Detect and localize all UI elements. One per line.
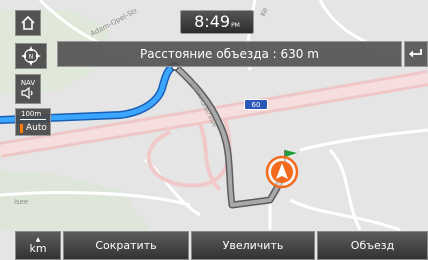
- detour-label: Объезд: [350, 239, 395, 252]
- clock: 8:49 PM: [180, 10, 254, 34]
- clock-time: 8:49: [194, 12, 231, 31]
- compass-north-icon: N: [21, 46, 41, 66]
- nav-volume-button[interactable]: NAV: [15, 74, 41, 104]
- return-arrow-icon: [409, 49, 422, 58]
- unit-label: km: [29, 241, 47, 255]
- bottom-toolbar: ▲ km Сократить Увеличить Объезд: [0, 231, 428, 260]
- scale-bar: [20, 119, 46, 120]
- speaker-icon: [21, 87, 33, 99]
- detour-distance-banner: Расстояние объезда : 630 m: [57, 41, 402, 67]
- zoom-in-label: Увеличить: [222, 239, 284, 252]
- distance-unit-button[interactable]: ▲ km: [15, 231, 61, 260]
- detour-distance-text: Расстояние объезда : 630 m: [140, 47, 319, 61]
- scale-distance: 100m: [21, 110, 42, 118]
- vehicle-arrow-icon: [265, 155, 299, 189]
- zoom-out-label: Сократить: [95, 239, 157, 252]
- auto-scale-label: Auto: [18, 123, 47, 134]
- zoom-in-button[interactable]: Увеличить: [191, 231, 315, 260]
- back-button[interactable]: [404, 41, 428, 67]
- navigation-screen: Adam-Opel-Str. Bahnhofstraße isee Ke 60 …: [0, 0, 428, 260]
- home-icon: [21, 15, 35, 30]
- zoom-out-button[interactable]: Сократить: [63, 231, 189, 260]
- map-orientation-button[interactable]: N: [15, 43, 47, 69]
- clock-ampm: PM: [231, 22, 240, 29]
- street-label: isee: [14, 198, 29, 206]
- map-view[interactable]: [0, 0, 428, 260]
- home-button[interactable]: [15, 10, 41, 36]
- detour-button[interactable]: Объезд: [317, 231, 428, 260]
- road-number-badge: 60: [244, 99, 268, 110]
- svg-text:N: N: [29, 54, 34, 61]
- map-scale-indicator[interactable]: 100m Auto: [15, 108, 51, 136]
- nav-label: NAV: [20, 79, 36, 87]
